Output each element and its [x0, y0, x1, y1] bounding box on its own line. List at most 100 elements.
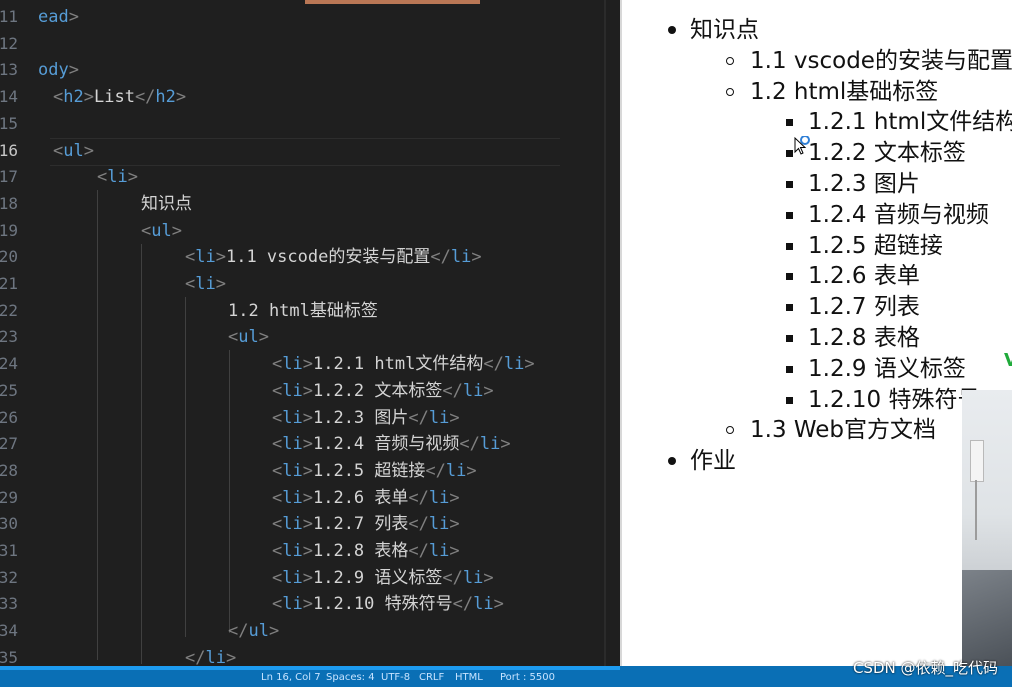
code-content: <li>1.2.6 表单</li> — [272, 485, 460, 511]
code-content: <ul> — [228, 324, 269, 350]
code-line[interactable]: 12 — [0, 31, 604, 57]
tag-bracket: < — [272, 567, 283, 588]
code-content: ead> — [38, 4, 79, 30]
tag-name: li — [282, 594, 303, 615]
code-line[interactable]: 16 <ul> — [0, 138, 604, 164]
tag-name: li — [428, 407, 450, 428]
code-line[interactable]: 17 <li> — [0, 164, 604, 190]
language-mode[interactable]: HTML — [455, 670, 483, 686]
line-number: 31 — [0, 541, 18, 560]
tag-bracket: < — [272, 460, 283, 481]
disc-bullet-icon — [668, 457, 676, 466]
tag-name: li — [282, 460, 303, 481]
tag-name: li — [282, 541, 303, 561]
live-server-port[interactable]: Port : 5500 — [500, 670, 555, 686]
code-line[interactable]: 20 <li>1.1 vscode的安装与配置</li> — [0, 244, 604, 270]
code-line[interactable]: 23 <ul> — [0, 324, 604, 350]
cursor-position[interactable]: Ln 16, Col 7 — [261, 670, 321, 686]
square-bullet-icon — [786, 242, 793, 250]
code-line[interactable]: 26 <li>1.2.3 图片</li> — [0, 405, 604, 431]
tag-bracket: > — [302, 460, 313, 481]
tag-name: li — [205, 647, 226, 666]
tag-bracket: > — [127, 167, 138, 188]
tag-name: h2 — [63, 87, 84, 108]
list-item: 1.2.5 超链接 — [808, 232, 943, 259]
list-item: 1.2.2 文本标签 — [808, 140, 966, 167]
list-item: 1.2.7 列表 — [808, 294, 920, 321]
list-item: 1.2 html基础标签 — [750, 78, 939, 105]
code-line[interactable]: 28 <li>1.2.5 超链接</li> — [0, 458, 604, 484]
tag-bracket: </ — [408, 487, 429, 508]
tag-bracket: > — [302, 487, 313, 508]
tag-bracket: > — [215, 247, 226, 268]
code-line[interactable]: 25 <li>1.2.2 文本标签</li> — [0, 378, 604, 404]
tag-name: li — [462, 567, 484, 588]
tag-bracket: > — [302, 380, 313, 401]
tag-bracket: > — [500, 434, 511, 455]
tag-name: ul — [151, 220, 172, 241]
code-line[interactable]: 35 </li> — [0, 645, 604, 666]
code-line[interactable]: 29 <li>1.2.6 表单</li> — [0, 485, 604, 511]
tag-bracket: > — [68, 60, 79, 81]
line-number: 19 — [0, 220, 18, 240]
tag-name: ody — [38, 60, 69, 81]
tag-bracket: > — [268, 621, 280, 642]
code-editor[interactable]: 11 ead> 12 13 ody> 14 <h2>List</h2> 15 16 <ul> 17 <… — [0, 0, 620, 666]
tag-bracket: > — [225, 647, 237, 666]
tag-name: li — [282, 514, 303, 535]
line-number: 35 — [0, 647, 18, 666]
code-line[interactable]: 27 <li>1.2.4 音频与视频</li> — [0, 431, 604, 457]
watermark: CSDN @依赖_吃代码 — [852, 659, 998, 677]
tag-bracket: </ — [185, 647, 206, 666]
code-line[interactable]: 11 ead> — [0, 4, 604, 30]
editor-scrollbar-track[interactable] — [604, 0, 606, 666]
text-content: 1.2.8 表格 — [312, 541, 409, 561]
tag-name: li — [503, 354, 525, 375]
code-content: <ul> — [53, 138, 94, 164]
code-line[interactable]: 21 <li> — [0, 271, 604, 297]
text-content: 1.2 html基础标签 — [228, 300, 378, 321]
tag-bracket: > — [483, 380, 494, 401]
tag-bracket: > — [83, 140, 94, 161]
code-line[interactable]: 15 — [0, 111, 604, 137]
code-line[interactable]: 32 <li>1.2.9 语义标签</li> — [0, 565, 604, 591]
code-line[interactable]: 34 </ul> — [0, 618, 604, 644]
code-line[interactable]: 13 ody> — [0, 57, 604, 83]
tag-bracket: > — [524, 354, 535, 375]
line-number: 17 — [0, 167, 18, 187]
square-bullet-icon — [786, 150, 793, 158]
text-content: List — [93, 87, 135, 108]
tag-name: li — [282, 567, 303, 588]
circle-bullet-icon — [726, 87, 734, 96]
text-content: 1.2.9 语义标签 — [312, 567, 443, 588]
list-item: 1.2.10 特殊符号 — [808, 386, 981, 413]
tag-bracket: < — [272, 594, 283, 615]
presenter-figure — [962, 570, 1012, 666]
line-number: 34 — [0, 621, 18, 641]
code-content: </ul> — [228, 618, 279, 644]
line-number: 24 — [0, 354, 18, 374]
line-ending[interactable]: CRLF — [419, 670, 444, 686]
code-content: <li> — [97, 164, 138, 190]
tag-name: li — [282, 380, 303, 401]
tag-bracket: < — [185, 247, 196, 268]
tag-bracket: < — [272, 541, 283, 561]
text-content: 知识点 — [141, 193, 192, 214]
code-line[interactable]: 18 知识点 — [0, 191, 604, 217]
code-line[interactable]: 31 <li>1.2.8 表格</li> — [0, 538, 604, 564]
code-line[interactable]: 33 <li>1.2.10 特殊符号</li> — [0, 591, 604, 617]
encoding[interactable]: UTF-8 — [381, 670, 410, 686]
tag-name: ul — [238, 327, 259, 348]
code-line[interactable]: 24 <li>1.2.1 html文件结构</li> — [0, 351, 604, 377]
indentation[interactable]: Spaces: 4 — [326, 670, 375, 686]
line-number: 26 — [0, 407, 18, 427]
code-line[interactable]: 22 1.2 html基础标签 — [0, 298, 604, 324]
code-content: <li>1.2.4 音频与视频</li> — [272, 431, 511, 457]
tag-bracket: </ — [442, 380, 463, 401]
code-line[interactable]: 30 <li>1.2.7 列表</li> — [0, 511, 604, 537]
tag-bracket: </ — [228, 621, 249, 642]
tag-bracket: > — [68, 7, 79, 27]
code-line[interactable]: 19 <ul> — [0, 218, 604, 244]
square-bullet-icon — [786, 304, 793, 312]
code-line[interactable]: 14 <h2>List</h2> — [0, 84, 604, 110]
